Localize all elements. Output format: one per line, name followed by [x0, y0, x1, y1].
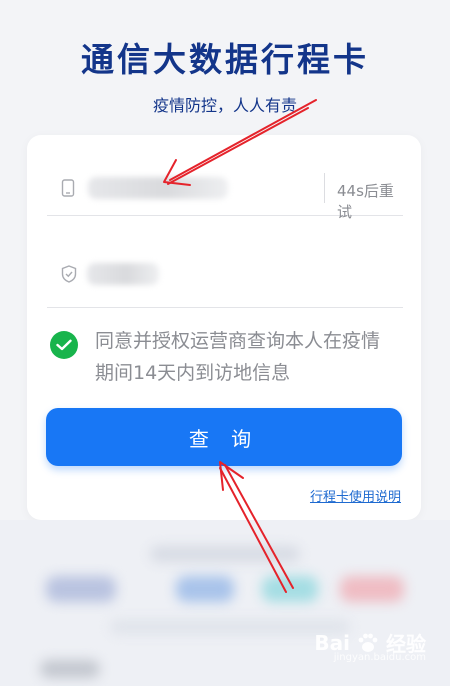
watermark: Bai 经验 jingyan.baidu.com [314, 628, 426, 664]
consent-text: 同意并授权运营商查询本人在疫情期间14天内到访地信息 [95, 330, 381, 384]
page-title: 通信大数据行程卡 [81, 40, 369, 79]
page: 通信大数据行程卡 疫情防控，人人有责 44s后重试 同意并授权运营商查询本人在疫… [0, 0, 450, 686]
blurred-text [40, 660, 100, 678]
verification-code-masked [87, 263, 159, 285]
operator-logo-blurred [340, 576, 404, 602]
operator-logo-blurred [46, 576, 116, 602]
check-icon [56, 339, 72, 351]
operator-logo-blurred [262, 576, 318, 602]
blurred-text [150, 546, 300, 562]
field-divider [324, 173, 325, 203]
operator-logo-blurred [176, 576, 234, 602]
query-button[interactable]: 查 询 [46, 408, 402, 466]
watermark-url: jingyan.baidu.com [333, 652, 426, 663]
phone-number-masked [88, 177, 228, 199]
phone-icon [61, 179, 75, 201]
consent-checkbox[interactable] [50, 331, 78, 359]
paw-icon [358, 633, 378, 652]
verification-code-field[interactable] [47, 227, 403, 308]
watermark-brand: Bai [314, 630, 350, 655]
phone-field[interactable]: 44s后重试 [47, 135, 403, 221]
query-card: 44s后重试 同意并授权运营商查询本人在疫情期间14天内到访地信息 查 询 行程… [27, 135, 421, 520]
resend-code-button[interactable]: 44s后重试 [337, 180, 403, 222]
page-slogan: 疫情防控，人人有责 [152, 96, 297, 115]
shield-icon [61, 265, 77, 287]
help-link[interactable]: 行程卡使用说明 [310, 486, 401, 505]
